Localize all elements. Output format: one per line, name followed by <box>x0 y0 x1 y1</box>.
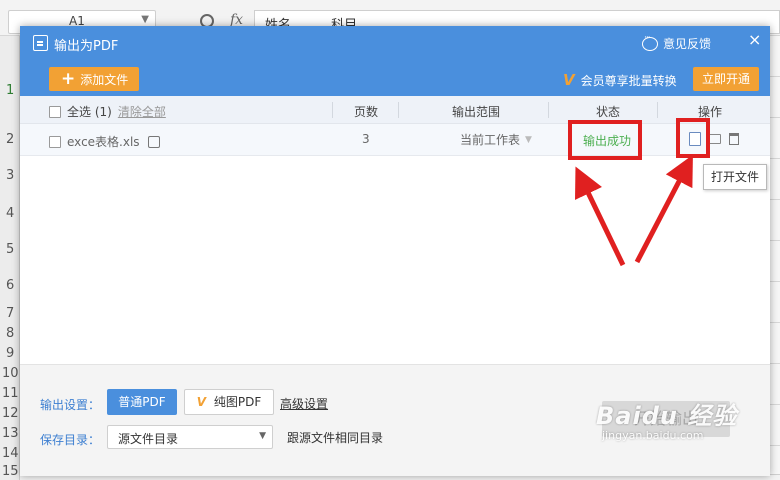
annotation-arrow-left <box>575 166 626 267</box>
annotation-arrow-right <box>634 154 693 264</box>
watermark-logo: Baidu 经验 <box>596 402 738 430</box>
baidu-watermark: Baidu 经验 jingyan.baidu.com <box>596 396 737 442</box>
